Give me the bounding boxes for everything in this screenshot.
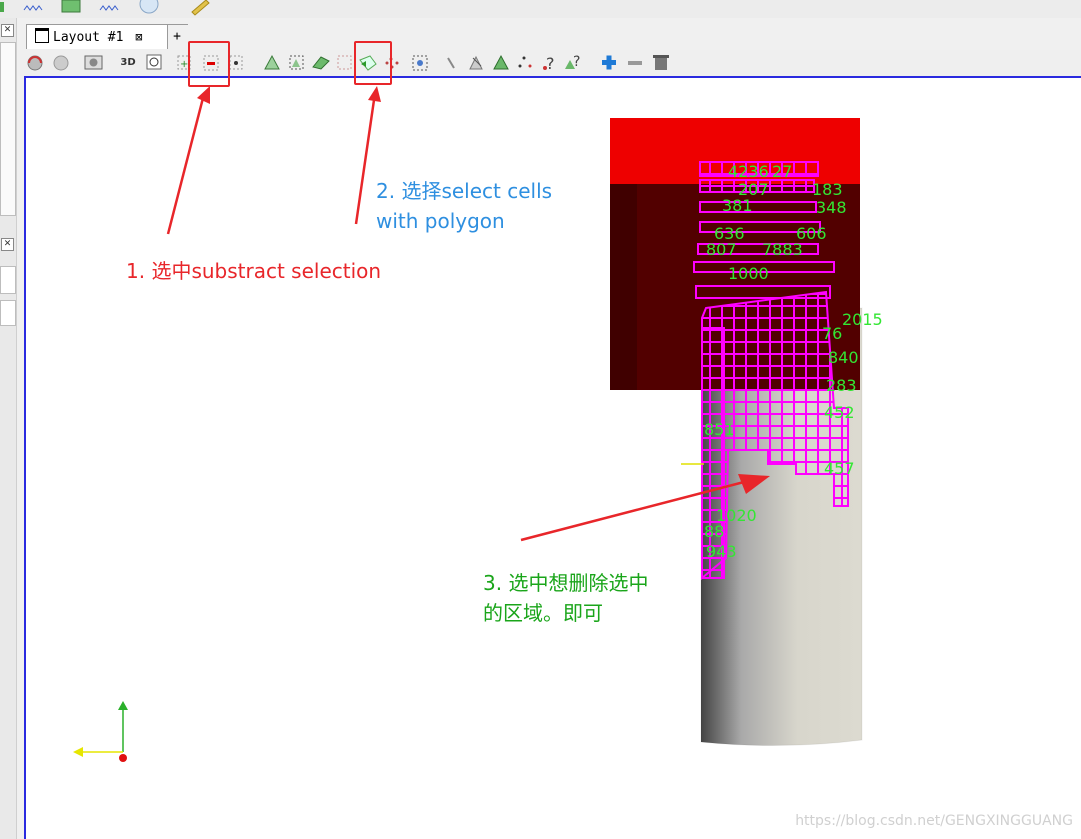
cell-id-label: 381 (722, 196, 753, 215)
step1-annotation: 1. 选中substract selection (126, 259, 382, 283)
orientation-axes (73, 701, 128, 762)
cell-id-label: 840 (828, 348, 859, 367)
toggle-3d-button[interactable]: 3D (118, 53, 138, 71)
cell-id-label: 88 (704, 522, 725, 541)
cell-id-label: 457 (824, 459, 855, 478)
new-tab-button[interactable]: + (166, 24, 188, 49)
shrink-selection-icon[interactable] (628, 61, 642, 65)
grow-selection-plus-icon[interactable] (602, 55, 616, 70)
cell-id-label: 27 (772, 162, 793, 181)
svg-text:?: ? (573, 54, 580, 70)
cell-id-label: 283 (826, 376, 857, 395)
cell-id-label: 1000 (728, 264, 769, 283)
step2-annotation-line1: 2. 选择select cells (376, 179, 553, 203)
cell-id-label: 2015 (842, 310, 883, 329)
waveform-icon-2[interactable] (99, 5, 119, 11)
cell-id-label: 4236 (728, 162, 769, 181)
cell-id-label: 348 (816, 198, 847, 217)
grow-selection-icon[interactable] (518, 56, 532, 68)
cell-id-label: 452 (824, 403, 855, 422)
svg-text:?: ? (546, 54, 555, 73)
subtract-selection-highlight (188, 41, 230, 87)
left-dock-strip: ✕ ✕ (0, 18, 17, 839)
cell-id-label: 807 (706, 240, 737, 259)
globe-icon[interactable] (139, 0, 159, 14)
cell-id-label: 183 (812, 180, 843, 199)
waveform-icon[interactable] (23, 5, 43, 11)
render-view[interactable]: 4236 27 207 183 381 348 636 606 807 7883… (24, 76, 1081, 839)
tab-close-icon[interactable]: ⊠ (135, 30, 142, 44)
camera-icon[interactable] (84, 55, 103, 70)
hover-points-icon[interactable] (469, 55, 483, 70)
close-icon[interactable]: ✕ (1, 24, 14, 37)
reset-camera-icon[interactable] (27, 55, 43, 71)
tab-label: Layout #1 (53, 30, 124, 45)
cell-id-label: 943 (706, 542, 737, 561)
hover-cells-icon[interactable] (493, 54, 509, 70)
query-cells-icon[interactable]: ? (565, 54, 580, 70)
view-toolbar: + ? ? 3D (18, 50, 1081, 76)
cell-id-label: 7883 (762, 240, 803, 259)
polygon-select-highlight (354, 41, 392, 85)
panel-field[interactable] (0, 266, 16, 294)
tab-layout-1[interactable]: Layout #1 ⊠ (26, 24, 168, 49)
window-icon (35, 28, 49, 43)
panel-frame (0, 42, 16, 216)
chart-icon[interactable] (61, 0, 81, 13)
interactive-select-icon[interactable] (447, 57, 455, 69)
select-cells-on-icon[interactable] (264, 54, 280, 70)
zoom-icon[interactable] (53, 55, 69, 71)
panel-field-2[interactable] (0, 300, 16, 326)
zoom-to-box-icon[interactable] (146, 54, 162, 70)
ruler-icon[interactable] (191, 0, 210, 16)
toggle-selection-icon[interactable] (229, 55, 243, 70)
step3-annotation-line2: 的区域。即可 (483, 601, 603, 625)
watermark: https://blog.csdn.net/GENGXINGGUANG (795, 813, 1073, 829)
top-toolbar-strip (0, 0, 1081, 18)
query-points-icon[interactable]: ? (543, 54, 555, 73)
select-cells-through-icon[interactable] (312, 56, 330, 70)
cell-id-label: 76 (822, 324, 843, 343)
close-icon-2[interactable]: ✕ (1, 238, 14, 251)
cell-id-label: 851 (704, 420, 735, 439)
clear-selection-trash-icon[interactable] (653, 55, 669, 70)
step2-annotation-line2: with polygon (376, 209, 505, 233)
step3-annotation-line1: 3. 选中想删除选中 (483, 571, 649, 595)
select-points-through-icon[interactable] (337, 55, 352, 70)
toolbar-icon-edge[interactable] (0, 2, 4, 12)
layout-tab-bar: Layout #1 ⊠ + (18, 22, 1081, 49)
select-points-on-icon[interactable] (289, 55, 304, 70)
scene-svg (73, 86, 863, 762)
select-blocks-icon[interactable] (412, 55, 428, 71)
